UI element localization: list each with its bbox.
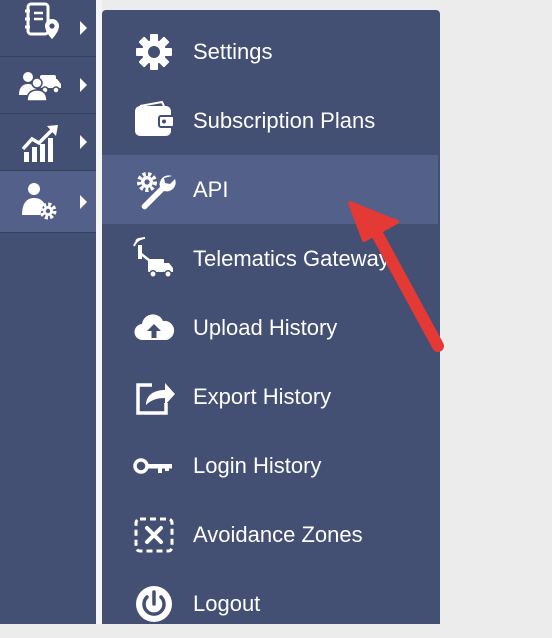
address-book-location-icon (25, 2, 59, 39)
menu-item-subscription-plans[interactable]: Subscription Plans (102, 86, 438, 155)
menu-item-label: Export History (193, 383, 332, 409)
menu-item-label: Avoidance Zones (193, 521, 363, 547)
menu-item-export-history[interactable]: Export History (102, 362, 438, 431)
menu-item-label: Logout (193, 590, 261, 616)
menu-item-api[interactable]: API (102, 155, 438, 224)
expand-caret-icon (80, 135, 87, 149)
settings-dropdown-menu: Settings Subscription Plans API Telemati… (102, 10, 440, 624)
power-icon (136, 585, 172, 622)
export-share-icon (136, 382, 175, 415)
menu-item-settings[interactable]: Settings (102, 17, 438, 86)
menu-item-label: Subscription Plans (193, 107, 376, 133)
menu-item-upload-history[interactable]: Upload History (102, 293, 438, 362)
wallet-icon (135, 100, 175, 136)
key-icon (133, 457, 172, 474)
user-settings-icon (22, 183, 57, 220)
expand-caret-icon (80, 194, 87, 209)
left-sidebar (0, 0, 96, 624)
sidebar-item-users-vehicles[interactable] (0, 57, 96, 114)
menu-item-label: Upload History (193, 314, 338, 340)
menu-item-logout[interactable]: Logout (102, 569, 438, 638)
wrench-gear-icon (137, 171, 176, 209)
sidebar-item-analytics[interactable] (0, 114, 96, 171)
sidebar-item-address-book[interactable] (0, 0, 96, 57)
menu-item-label: Telematics Gateway (193, 245, 390, 271)
menu-item-telematics-gateway[interactable]: Telematics Gateway (102, 224, 438, 293)
expand-caret-icon (80, 78, 87, 92)
menu-item-avoidance-zones[interactable]: Avoidance Zones (102, 500, 438, 569)
menu-item-label: Login History (193, 452, 322, 478)
users-truck-icon (19, 72, 61, 102)
gear-icon (136, 33, 172, 70)
cloud-upload-icon (134, 313, 175, 340)
avoidance-zone-icon (134, 517, 174, 552)
telematics-truck-icon (133, 236, 173, 278)
expand-caret-icon (80, 21, 87, 35)
menu-item-label: API (193, 176, 229, 202)
menu-item-login-history[interactable]: Login History (102, 431, 438, 500)
menu-item-label: Settings (193, 38, 273, 64)
analytics-chart-icon (21, 125, 58, 162)
sidebar-item-user-settings[interactable] (0, 171, 96, 233)
